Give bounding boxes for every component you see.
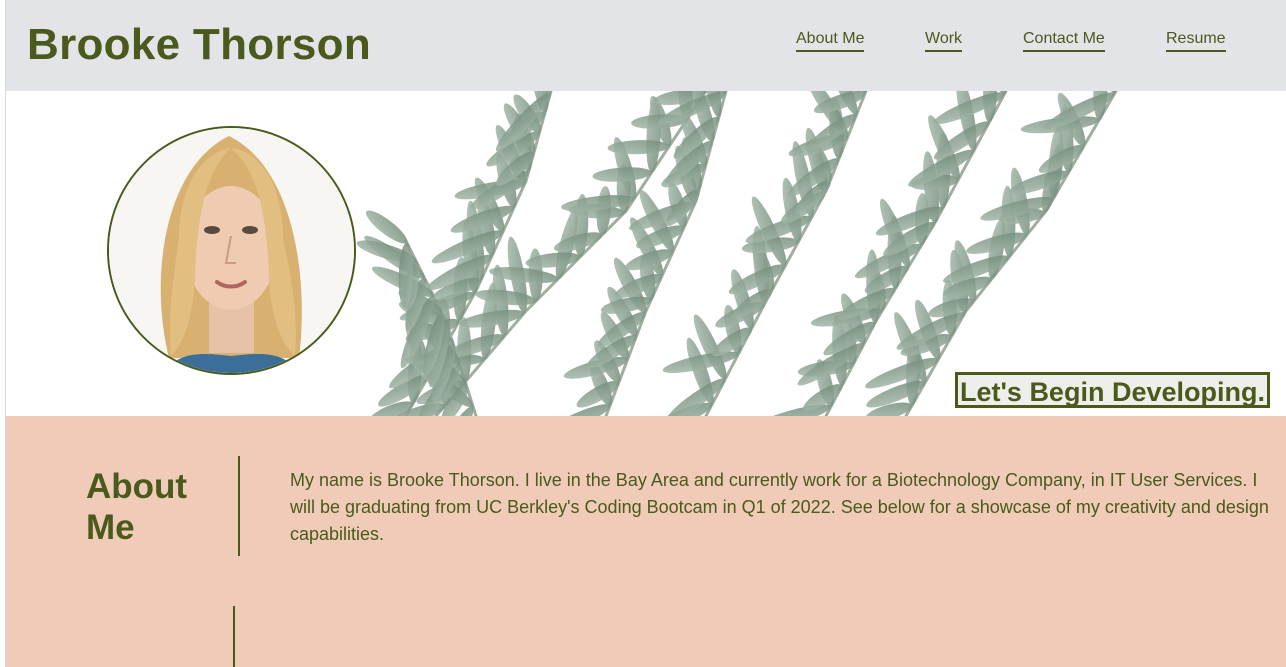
- site-header: Brooke Thorson About Me Work Contact Me …: [6, 0, 1286, 91]
- nav-link-work[interactable]: Work: [925, 30, 963, 52]
- nav-link-resume[interactable]: Resume: [1166, 30, 1226, 52]
- nav-link-contact-me[interactable]: Contact Me: [1023, 30, 1105, 52]
- about-heading: About Me: [86, 467, 188, 547]
- main-nav: About Me Work Contact Me Resume: [6, 30, 1286, 54]
- hero-banner: Let's Begin Developing.: [6, 91, 1286, 416]
- about-text: My name is Brooke Thorson. I live in the…: [290, 470, 1269, 544]
- nav-link-about-me[interactable]: About Me: [796, 30, 865, 52]
- about-divider: [238, 456, 240, 556]
- section-divider: [233, 606, 235, 667]
- about-section: About Me My name is Brooke Thorson. I li…: [6, 416, 1286, 667]
- profile-photo: [109, 128, 354, 373]
- hero-tagline: Let's Begin Developing.: [955, 372, 1270, 408]
- avatar: [107, 126, 356, 375]
